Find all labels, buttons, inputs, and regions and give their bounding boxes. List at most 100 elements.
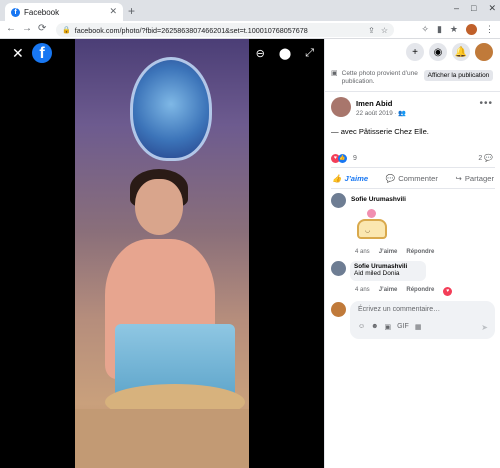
post-text: — avec Pâtisserie Chez Elle.: [331, 127, 429, 136]
reload-button[interactable]: ⟳: [38, 23, 46, 34]
birthday-cake-sticker: ◡: [353, 205, 391, 243]
comment-reply-link[interactable]: Répondre: [406, 249, 434, 255]
divider: [331, 188, 495, 189]
browser-tab-strip: f Facebook ✕ + – □ ✕: [0, 0, 500, 21]
omnibox-icons: ⇪ ☆: [368, 26, 388, 35]
reaction-icons: ♥ 👍: [331, 154, 347, 163]
reading-list-star-icon[interactable]: ★: [450, 24, 458, 35]
comment-bubble-icon: 💬: [484, 155, 493, 162]
messenger-icon[interactable]: ◉: [429, 43, 447, 61]
show-post-button[interactable]: Afficher la publication: [423, 70, 494, 81]
commenter-avatar[interactable]: [331, 261, 346, 276]
sticker-icon[interactable]: ▦: [415, 323, 422, 331]
tag-icon[interactable]: ⬤: [279, 47, 291, 60]
share-button[interactable]: ↪ Partager: [452, 170, 497, 186]
tab-title: Facebook: [24, 7, 60, 17]
commenter-name[interactable]: Sofie Urumashvili: [351, 196, 406, 203]
browser-menu-icon[interactable]: ⋮: [485, 24, 494, 35]
zoom-out-icon[interactable]: ⊖: [256, 47, 265, 60]
close-photo-icon[interactable]: ✕: [12, 45, 24, 62]
facebook-top-icons: + ◉ 🔔: [325, 39, 500, 65]
address-bar[interactable]: 🔒 facebook.com/photo/?fbid=2625863807466…: [56, 23, 394, 37]
photo-viewer: ✕ f ⊕ ⊖ ⬤ ⤢: [0, 39, 324, 468]
bookmark-star-icon[interactable]: ☆: [381, 26, 388, 35]
comment-button[interactable]: 💬 Commenter: [383, 170, 441, 186]
tab-close-icon[interactable]: ✕: [109, 6, 117, 17]
commenter-name[interactable]: Sofie Urumashvili: [354, 263, 422, 270]
cherry-icon: [367, 209, 376, 218]
create-icon[interactable]: +: [406, 43, 424, 61]
comment-placeholder: Écrivez un commentaire…: [358, 306, 441, 313]
facebook-logo-icon[interactable]: f: [32, 43, 52, 63]
facebook-favicon-icon: f: [11, 7, 20, 17]
comment-age[interactable]: 4 ans: [355, 287, 370, 296]
profile-avatar[interactable]: [466, 24, 477, 35]
post-side-panel: + ◉ 🔔 ▣ Cette photo provient d’une publi…: [324, 39, 500, 468]
lock-icon: 🔒: [62, 27, 71, 34]
share-icon[interactable]: ⇪: [368, 26, 375, 35]
comment-bubble: Sofie Urumashvili Aid miled Donia: [350, 261, 426, 281]
avatar-sticker-icon[interactable]: ☺: [358, 323, 365, 331]
comment-item: Sofie Urumashvili Aid miled Donia: [331, 261, 495, 285]
notice-text: Cette photo provient d’une publication.: [341, 70, 418, 85]
notifications-bell-icon[interactable]: 🔔: [452, 43, 470, 61]
frozen-balloon: [130, 57, 212, 161]
sticker-face: ◡: [365, 228, 371, 234]
cake-sticker-icon: [357, 219, 387, 239]
audience-friends-icon: 👥: [398, 110, 407, 117]
new-tab-button[interactable]: +: [128, 4, 135, 18]
like-button[interactable]: 👍 J’aime: [329, 170, 371, 186]
write-comment-area: Écrivez un commentaire… ☺ ☻ ▣ GIF ▦ ➤: [331, 301, 495, 339]
author-name[interactable]: Imen Abid: [356, 99, 392, 108]
author-avatar[interactable]: [331, 97, 351, 117]
url-text: facebook.com/photo/?fbid=262586380746620…: [74, 25, 308, 35]
browser-tab-facebook[interactable]: f Facebook ✕: [5, 3, 123, 21]
share-arrow-icon: ↪: [455, 173, 462, 183]
info-icon: ▣: [331, 70, 338, 77]
comment-like-link[interactable]: J’aime: [379, 287, 398, 296]
account-avatar[interactable]: [475, 43, 493, 61]
comment-reply-link[interactable]: Répondre: [406, 287, 434, 296]
reaction-count: 9: [353, 155, 357, 162]
browser-toolbar: ← → ⟳ 🔒 facebook.com/photo/?fbid=2625863…: [0, 21, 500, 39]
forward-button[interactable]: →: [22, 23, 32, 34]
divider: [331, 167, 495, 168]
back-button[interactable]: ←: [6, 23, 16, 34]
my-avatar: [331, 302, 346, 317]
comment-item: Sofie Urumashvili ◡: [331, 193, 495, 255]
comment-input[interactable]: Écrivez un commentaire… ☺ ☻ ▣ GIF ▦ ➤: [350, 301, 495, 339]
divider: [325, 91, 500, 92]
thumbs-up-icon: 👍: [332, 173, 342, 183]
post-date[interactable]: 22 août 2019 · 👥: [356, 109, 406, 117]
comment-like-link[interactable]: J’aime: [379, 249, 398, 255]
extensions-puzzle-icon[interactable]: ✧: [421, 24, 429, 35]
fullscreen-icon[interactable]: ⤢: [305, 47, 314, 60]
close-window-button[interactable]: ✕: [488, 3, 496, 14]
comment-meta: 4 ans J’aime Répondre ♥: [355, 287, 453, 296]
extension-icons: ✧ ▮ ★ ⋮: [421, 24, 494, 35]
send-icon[interactable]: ➤: [481, 323, 488, 332]
window-controls: – □ ✕: [454, 3, 496, 14]
commenter-avatar[interactable]: [331, 193, 346, 208]
table: [75, 409, 249, 468]
reactions-summary[interactable]: ♥ 👍 9 2 💬: [331, 154, 495, 164]
more-options-icon[interactable]: •••: [479, 98, 493, 109]
sidepanel-icon[interactable]: ▮: [437, 24, 442, 35]
emoji-icon[interactable]: ☻: [371, 323, 378, 331]
maximize-button[interactable]: □: [471, 3, 476, 14]
comment-meta: 4 ans J’aime Répondre: [355, 249, 434, 255]
comment-count[interactable]: 2 💬: [478, 154, 493, 162]
birthday-photo: [75, 39, 249, 468]
gif-icon[interactable]: GIF: [397, 323, 409, 331]
comment-icon: 💬: [385, 173, 396, 183]
post-header: Imen Abid 22 août 2019 · 👥 •••: [331, 97, 495, 121]
love-reaction-icon[interactable]: ♥: [443, 287, 453, 296]
camera-icon[interactable]: ▣: [385, 323, 392, 331]
girl-face: [135, 179, 183, 235]
comment-text: Aid miled Donia: [354, 270, 400, 277]
minimize-button[interactable]: –: [454, 3, 459, 14]
post-source-notice: ▣ Cette photo provient d’une publication…: [331, 70, 495, 86]
comment-age[interactable]: 4 ans: [355, 249, 370, 255]
post-actions: 👍 J’aime 💬 Commenter ↪ Partager: [329, 170, 497, 186]
comment-tools: ☺ ☻ ▣ GIF ▦: [358, 323, 421, 331]
